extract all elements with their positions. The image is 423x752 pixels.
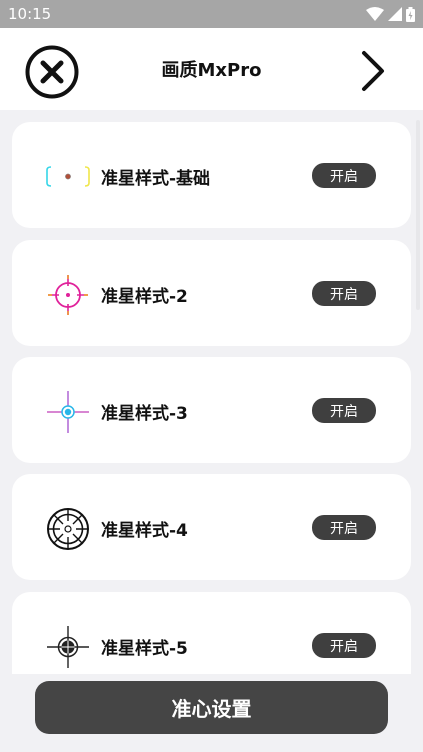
crosshair-settings-button[interactable]: 准心设置 <box>35 681 388 734</box>
crosshair-dot-icon <box>46 390 90 434</box>
app-bar: 画质MxPro <box>0 28 423 110</box>
next-button[interactable] <box>352 48 392 94</box>
enable-button[interactable]: 开启 <box>312 398 376 423</box>
crosshair-circle-icon <box>46 273 90 317</box>
footer: 准心设置 <box>0 674 423 752</box>
wifi-icon <box>366 7 384 21</box>
item-label: 准星样式-4 <box>101 521 188 541</box>
crosshair-basic-icon <box>46 155 90 199</box>
list-item: 准星样式-5 开启 <box>12 592 411 674</box>
list-item: 准星样式-3 开启 <box>12 357 411 463</box>
status-bar: 10:15 <box>0 0 423 28</box>
item-label: 准星样式-5 <box>101 639 188 659</box>
item-label: 准星样式-2 <box>101 287 188 307</box>
status-icons <box>366 6 415 22</box>
enable-button[interactable]: 开启 <box>312 163 376 188</box>
list-item: 准星样式-基础 开启 <box>12 122 411 228</box>
item-label: 准星样式-基础 <box>101 169 211 189</box>
enable-button[interactable]: 开启 <box>312 281 376 306</box>
enable-button[interactable]: 开启 <box>312 515 376 540</box>
list-item: 准星样式-4 开启 <box>12 474 411 580</box>
status-time: 10:15 <box>8 5 52 23</box>
chevron-right-icon <box>362 51 384 91</box>
scrollbar[interactable] <box>416 120 420 310</box>
signal-icon <box>388 7 402 21</box>
item-label: 准星样式-3 <box>101 404 188 424</box>
enable-button[interactable]: 开启 <box>312 633 376 658</box>
list-item: 准星样式-2 开启 <box>12 240 411 346</box>
crosshair-list[interactable]: 准星样式-基础 开启 准星样式-2 开启 准星样式-3 开启 准星样式-4 开启… <box>0 110 423 674</box>
crosshair-target-icon <box>46 625 90 669</box>
battery-icon <box>406 6 415 22</box>
crosshair-scope-icon <box>46 507 90 551</box>
